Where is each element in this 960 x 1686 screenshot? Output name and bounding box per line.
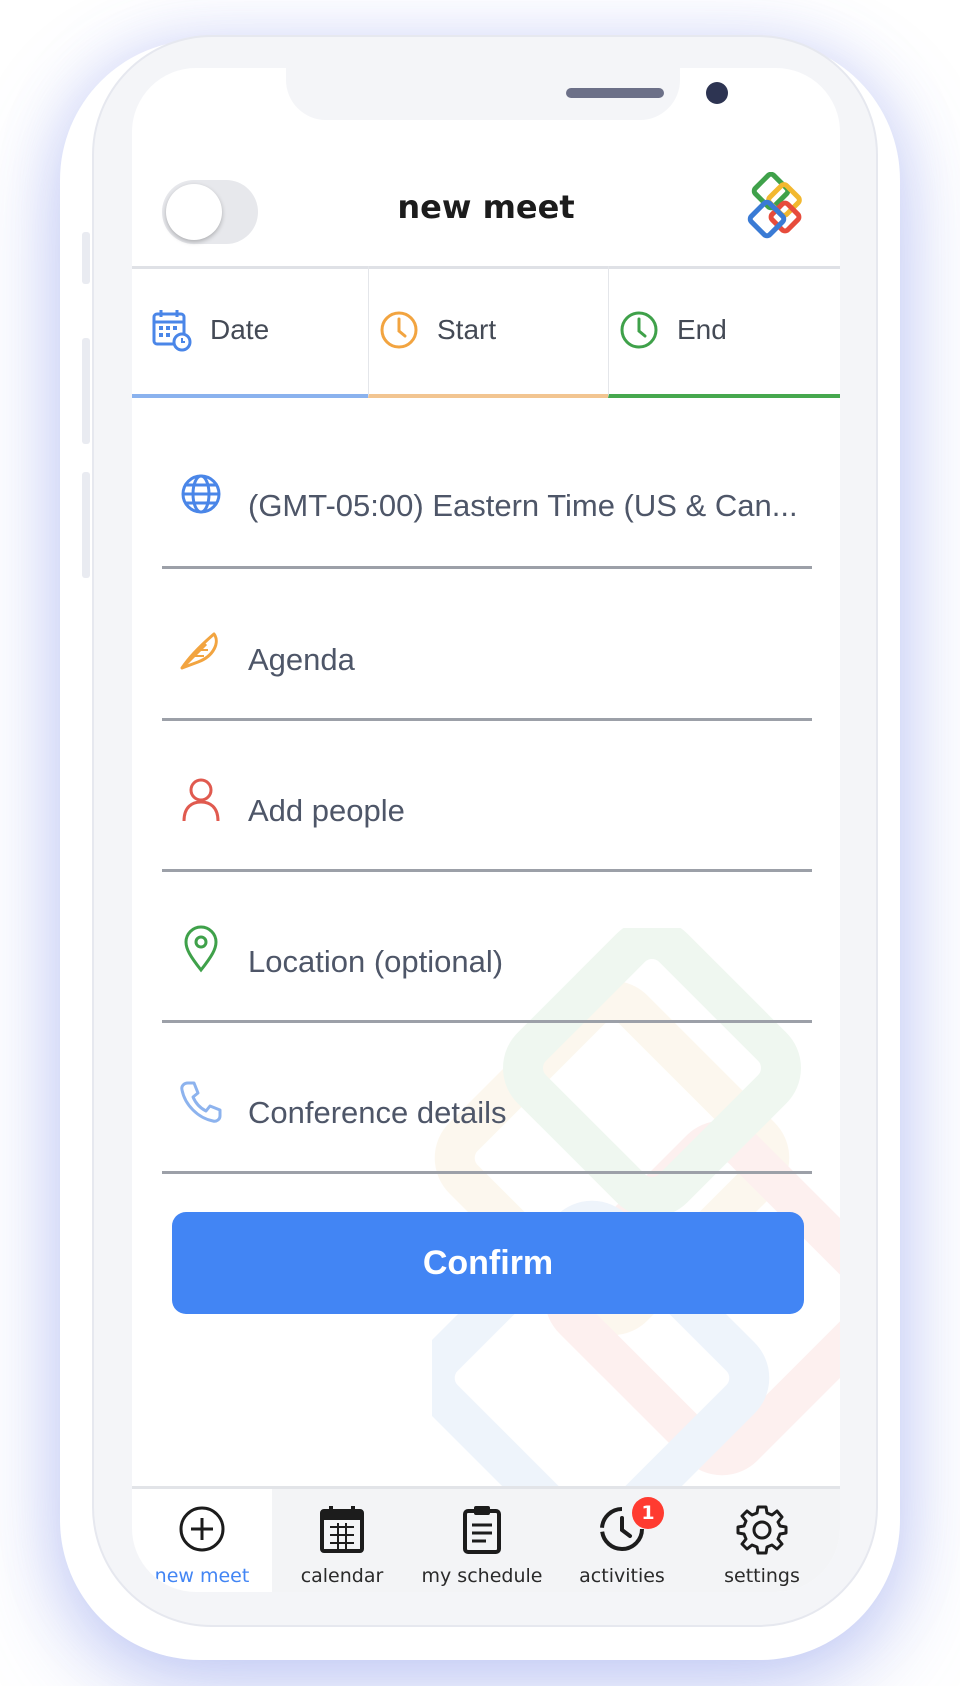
nav-new-meet[interactable]: new meet: [132, 1489, 272, 1592]
timezone-value: (GMT-05:00) Eastern Time (US & Can...: [248, 488, 798, 523]
plus-circle-icon: [179, 1506, 225, 1552]
tab-end[interactable]: End: [608, 266, 840, 398]
conference-details-field[interactable]: Conference details: [162, 1021, 812, 1174]
clock-icon: [620, 311, 658, 349]
nav-label: settings: [724, 1565, 800, 1587]
speaker: [566, 88, 664, 98]
nav-label: new meet: [154, 1565, 250, 1587]
globe-icon: [181, 474, 221, 514]
phone-icon: [180, 1081, 222, 1123]
tab-end-label: End: [677, 314, 727, 345]
agenda-placeholder: Agenda: [248, 642, 355, 677]
tab-start[interactable]: Start: [368, 266, 608, 398]
notification-badge: 1: [632, 1497, 664, 1529]
nav-label: my schedule: [421, 1565, 543, 1587]
page-title: new meet: [397, 188, 575, 226]
gear-icon: [736, 1505, 788, 1555]
nav-my-schedule[interactable]: my schedule: [412, 1489, 552, 1592]
app-header: new meet: [132, 138, 840, 269]
add-people-field[interactable]: Add people: [162, 719, 812, 872]
location-placeholder: Location (optional): [248, 944, 504, 979]
agenda-field[interactable]: Agenda: [162, 568, 812, 721]
nav-settings[interactable]: settings: [692, 1489, 832, 1592]
person-icon: [182, 778, 220, 822]
device-notch: [286, 68, 728, 120]
tab-date-label: Date: [210, 314, 270, 345]
device-mute-switch: [82, 232, 90, 284]
location-pin-icon: [184, 925, 218, 973]
app-screen: new meet Date Start End (GMT-05:00) East…: [132, 68, 840, 1592]
location-field[interactable]: Location (optional): [162, 870, 812, 1023]
calendar-icon: [320, 1506, 364, 1553]
feather-icon: [180, 632, 218, 670]
device-volume-up: [82, 338, 90, 444]
datetime-tabs: Date Start End: [132, 266, 840, 402]
device-volume-down: [82, 472, 90, 578]
front-camera: [706, 82, 728, 104]
nav-activities[interactable]: 1 activities: [552, 1489, 692, 1592]
calendar-clock-icon: [152, 310, 192, 352]
tab-start-label: Start: [437, 314, 497, 345]
add-people-placeholder: Add people: [248, 793, 405, 828]
nav-label: calendar: [300, 1565, 384, 1587]
conference-placeholder: Conference details: [248, 1095, 507, 1130]
clipboard-icon: [463, 1506, 501, 1554]
clock-icon: [380, 311, 418, 349]
app-logo-icon[interactable]: [744, 172, 808, 252]
nav-calendar[interactable]: calendar: [272, 1489, 412, 1592]
bottom-nav: new meet calendar my schedule 1 activiti…: [132, 1486, 840, 1592]
tab-date[interactable]: Date: [132, 266, 368, 398]
confirm-button[interactable]: Confirm: [172, 1212, 804, 1314]
nav-label: activities: [579, 1565, 665, 1587]
timezone-select[interactable]: (GMT-05:00) Eastern Time (US & Can...: [162, 416, 812, 569]
